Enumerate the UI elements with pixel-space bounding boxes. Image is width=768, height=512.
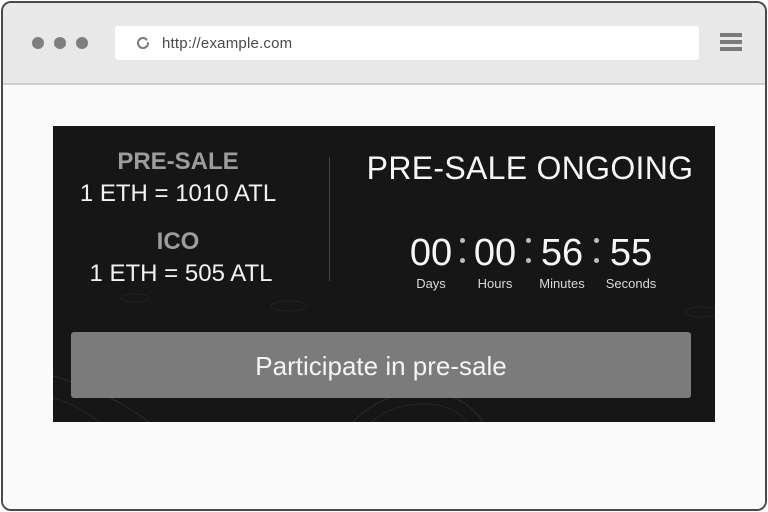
token-sale-panel: PRE-SALE 1 ETH = 1010 ATL ICO 1 ETH = 50… bbox=[53, 126, 715, 422]
reload-icon[interactable] bbox=[135, 35, 151, 51]
url-text[interactable]: http://example.com bbox=[162, 35, 292, 52]
presale-rate-value: 1 ETH = 1010 ATL bbox=[79, 180, 277, 207]
window-control-dot[interactable] bbox=[54, 37, 66, 49]
page-content: PRE-SALE 1 ETH = 1010 ATL ICO 1 ETH = 50… bbox=[3, 85, 765, 509]
presale-rate-title: PRE-SALE bbox=[117, 148, 239, 175]
window-control-dot[interactable] bbox=[76, 37, 88, 49]
countdown-separator bbox=[525, 236, 531, 268]
countdown-separator bbox=[593, 236, 599, 268]
address-bar[interactable]: http://example.com bbox=[115, 26, 699, 60]
ico-rate-title: ICO bbox=[156, 228, 200, 255]
countdown-seconds-value: 55 bbox=[609, 232, 653, 274]
participate-presale-button[interactable]: Participate in pre-sale bbox=[71, 332, 691, 398]
countdown-days-value: 00 bbox=[409, 232, 453, 274]
rates-section: PRE-SALE 1 ETH = 1010 ATL ICO 1 ETH = 50… bbox=[53, 126, 329, 326]
browser-toolbar: http://example.com bbox=[3, 3, 765, 85]
ico-rate-value: 1 ETH = 505 ATL bbox=[89, 260, 273, 287]
countdown-minutes-value: 56 bbox=[540, 232, 584, 274]
hamburger-menu-icon[interactable] bbox=[720, 33, 742, 51]
window-control-dot[interactable] bbox=[32, 37, 44, 49]
sale-status-title: PRE-SALE ONGOING bbox=[366, 150, 694, 186]
countdown-hours-value: 00 bbox=[473, 232, 517, 274]
countdown-minutes-label: Minutes bbox=[539, 276, 585, 291]
browser-window: http://example.com PRE-SALE 1 ETH = 1010… bbox=[1, 1, 767, 511]
countdown-seconds-label: Seconds bbox=[605, 276, 657, 291]
countdown-hours-label: Hours bbox=[477, 276, 513, 291]
countdown-days-label: Days bbox=[416, 276, 446, 291]
section-divider bbox=[329, 157, 330, 281]
